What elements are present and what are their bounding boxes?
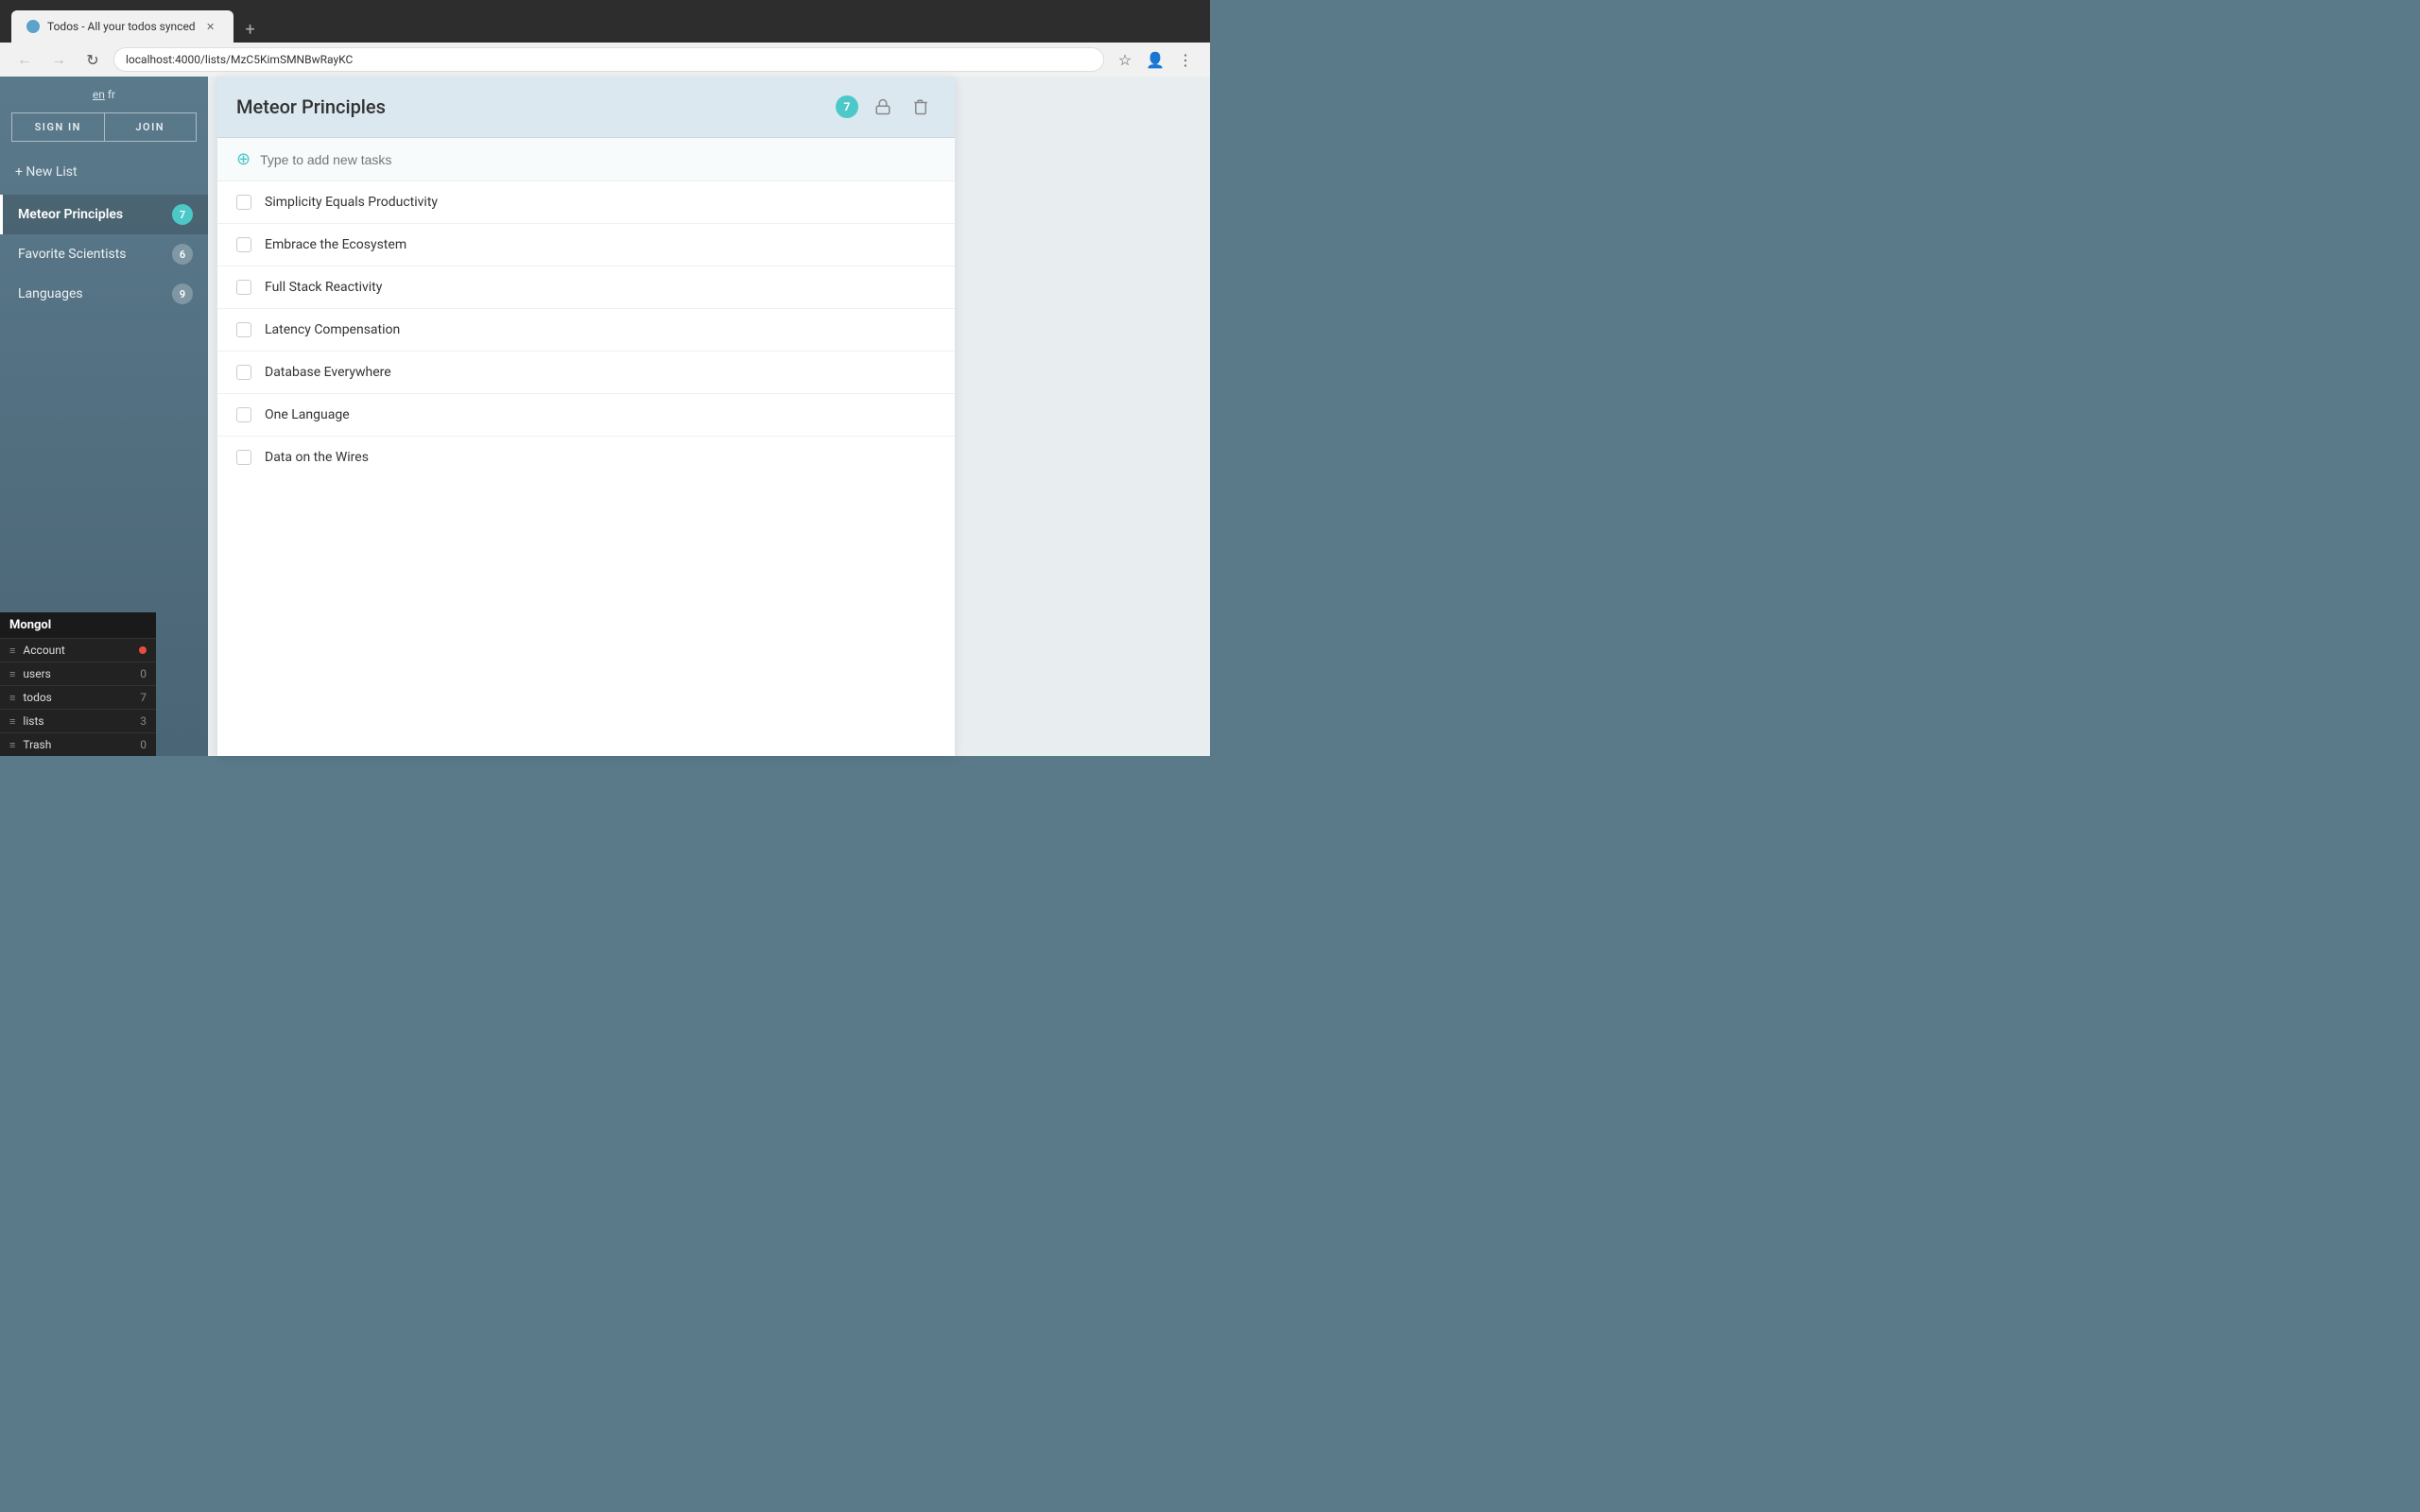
list-panel: Meteor Principles 7 [217,77,955,756]
mongol-item-todos[interactable]: ≡ todos 7 [0,685,156,709]
mongol-users-label: users [23,667,132,680]
add-task-plus-icon[interactable]: ⊕ [236,149,251,169]
sidebar-list-name: Meteor Principles [18,207,172,222]
mongol-account-label: Account [23,644,131,657]
sign-in-button[interactable]: SIGN IN [12,113,105,141]
mongol-item-lists[interactable]: ≡ lists 3 [0,709,156,732]
new-list-label: + New List [15,164,78,180]
trash-icon: ≡ [9,739,15,751]
menu-button[interactable]: ⋮ [1172,46,1199,73]
sidebar-list-count: 6 [172,244,193,265]
lock-button[interactable] [868,92,898,122]
task-checkbox[interactable] [236,322,251,337]
new-list-button[interactable]: + New List [0,157,208,187]
sidebar-list-name: Favorite Scientists [18,247,172,262]
mongol-lists-count: 3 [140,714,147,728]
tab-favicon [26,20,40,33]
task-item: Full Stack Reactivity [217,266,955,309]
reload-button[interactable]: ↻ [79,46,106,73]
sidebar-list-count: 9 [172,284,193,304]
list-count-badge: 7 [836,95,858,118]
list-header: Meteor Principles 7 [217,77,955,138]
task-label: Latency Compensation [265,322,400,337]
add-task-input[interactable] [260,152,936,167]
mongol-item-trash[interactable]: ≡ Trash 0 [0,732,156,756]
lists-icon: ≡ [9,715,15,728]
task-item: Embrace the Ecosystem [217,224,955,266]
sidebar-item-meteor-principles[interactable]: Meteor Principles 7 [0,195,208,234]
content-area: Meteor Principles 7 [208,77,1210,756]
profile-button[interactable]: 👤 [1142,46,1168,73]
task-checkbox[interactable] [236,195,251,210]
mongol-item-users[interactable]: ≡ users 0 [0,662,156,685]
task-checkbox[interactable] [236,280,251,295]
nav-actions: ☆ 👤 ⋮ [1112,46,1199,73]
tab-close-button[interactable]: ✕ [203,19,218,34]
forward-button[interactable]: → [45,46,72,73]
task-label: Database Everywhere [265,365,391,380]
task-item: Data on the Wires [217,437,955,478]
mongol-users-count: 0 [140,667,147,680]
back-button[interactable]: ← [11,46,38,73]
list-header-actions [868,92,936,122]
users-icon: ≡ [9,668,15,680]
main-area: en fr SIGN IN JOIN + New List Meteor Pri… [0,77,1210,756]
list-title: Meteor Principles [236,95,826,118]
task-checkbox[interactable] [236,237,251,252]
tab-title: Todos - All your todos synced [47,20,196,33]
mongol-title: Mongol [0,612,156,638]
address-text: localhost:4000/lists/MzC5KimSMNBwRayKC [126,53,353,66]
task-item: Database Everywhere [217,352,955,394]
mongol-trash-count: 0 [140,738,147,751]
auth-buttons: SIGN IN JOIN [11,112,197,142]
task-checkbox[interactable] [236,365,251,380]
task-label: Data on the Wires [265,450,369,465]
alert-dot [139,646,147,654]
sidebar-item-favorite-scientists[interactable]: Favorite Scientists 6 [0,234,208,274]
mongol-trash-label: Trash [23,738,132,751]
sidebar-item-languages[interactable]: Languages 9 [0,274,208,314]
mongol-todos-count: 7 [140,691,147,704]
task-item: One Language [217,394,955,437]
account-icon: ≡ [9,644,15,657]
address-bar[interactable]: localhost:4000/lists/MzC5KimSMNBwRayKC [113,47,1104,72]
lang-fr[interactable]: fr [108,88,115,101]
add-task-row: ⊕ [217,138,955,181]
bookmark-button[interactable]: ☆ [1112,46,1138,73]
mongol-todos-label: todos [23,691,132,704]
delete-button[interactable] [906,92,936,122]
mongol-item-account[interactable]: ≡ Account [0,638,156,662]
lang-en[interactable]: en [93,88,105,101]
new-tab-button[interactable]: + [237,16,264,43]
task-checkbox[interactable] [236,450,251,465]
todos-icon: ≡ [9,692,15,704]
browser-chrome: Todos - All your todos synced ✕ + [0,0,1210,43]
task-label: Full Stack Reactivity [265,280,382,295]
browser-nav: ← → ↻ localhost:4000/lists/MzC5KimSMNBwR… [0,43,1210,77]
mongol-lists-label: lists [23,714,132,728]
active-tab[interactable]: Todos - All your todos synced ✕ [11,10,233,43]
task-checkbox[interactable] [236,407,251,422]
join-button[interactable]: JOIN [105,113,197,141]
mongol-panel: Mongol ≡ Account ≡ users 0 ≡ todos 7 ≡ l… [0,612,156,756]
task-label: Embrace the Ecosystem [265,237,406,252]
task-label: Simplicity Equals Productivity [265,195,438,210]
task-item: Simplicity Equals Productivity [217,181,955,224]
sidebar-list-name: Languages [18,286,172,301]
task-item: Latency Compensation [217,309,955,352]
task-label: One Language [265,407,350,422]
browser-tabs: Todos - All your todos synced ✕ + [11,0,1199,43]
sidebar-list-count: 7 [172,204,193,225]
language-selector: en fr [0,77,208,112]
